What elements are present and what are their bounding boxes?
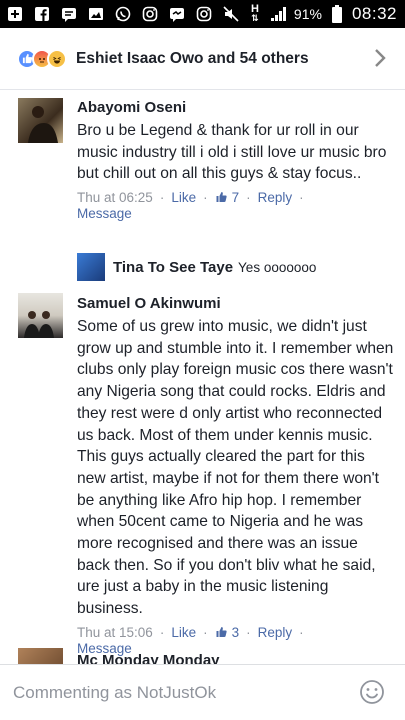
facebook-icon — [33, 5, 51, 23]
like-count-value: 3 — [231, 624, 240, 640]
signal-icon — [270, 5, 288, 23]
reply-preview[interactable]: Tina To See Taye Yes ooooooo — [77, 252, 316, 282]
message-link[interactable]: Message — [77, 206, 132, 222]
like-count-value: 7 — [231, 190, 240, 206]
haha-reaction-icon — [47, 48, 67, 69]
comment-time[interactable]: Thu at 15:06 — [77, 625, 153, 641]
add-icon — [6, 5, 24, 23]
chevron-right-icon[interactable] — [373, 47, 387, 74]
comment-time[interactable]: Thu at 06:25 — [77, 190, 153, 206]
comment-author[interactable]: Mc Monday Monday — [77, 652, 395, 664]
reply-link[interactable]: Reply — [258, 190, 293, 206]
thumbs-up-icon — [216, 192, 227, 203]
whatsapp-icon — [114, 5, 132, 23]
reactions-summary-text: Eshiet Isaac Owo and 54 others — [76, 49, 309, 67]
battery-percent: 91% — [293, 6, 322, 22]
reply-avatar[interactable] — [77, 253, 105, 281]
instagram-icon-2 — [195, 5, 213, 23]
emoji-icon[interactable] — [359, 679, 385, 710]
battery-icon — [328, 5, 346, 23]
comment: Mc Monday Monday — [0, 648, 405, 664]
like-count[interactable]: 3 — [215, 624, 240, 641]
like-count[interactable]: 7 — [215, 190, 240, 206]
instagram-icon — [141, 5, 159, 23]
image-icon — [87, 5, 105, 23]
reaction-icons — [17, 48, 67, 69]
reply-link[interactable]: Reply — [258, 625, 293, 641]
clock: 08:32 — [351, 4, 397, 23]
avatar[interactable] — [18, 293, 63, 338]
comment-input[interactable] — [13, 682, 333, 703]
chat-icon — [60, 5, 78, 23]
like-link[interactable]: Like — [171, 625, 196, 641]
comment-meta: Thu at 06:25 · Like · 7 · Reply · Message — [77, 190, 304, 222]
comment-composer — [0, 664, 405, 720]
avatar[interactable] — [18, 648, 63, 664]
reply-text: Yes ooooooo — [238, 259, 317, 275]
reactions-summary[interactable]: Eshiet Isaac Owo and 54 others — [0, 28, 405, 90]
comment-author[interactable]: Abayomi Oseni — [77, 99, 395, 117]
messenger-icon — [168, 5, 186, 23]
network-type-icon: H ⇅ — [250, 3, 259, 23]
comment-text: Bro u be Legend & thank for ur roll in o… — [77, 122, 387, 183]
reply-author[interactable]: Tina To See Taye — [113, 259, 233, 276]
comment-author[interactable]: Samuel O Akinwumi — [77, 295, 395, 313]
comment-text: Some of us grew into music, we didn't ju… — [77, 318, 394, 618]
like-link[interactable]: Like — [171, 190, 196, 206]
status-bar: H ⇅ 91% 08:32 — [0, 0, 405, 28]
thumbs-up-icon — [216, 626, 227, 637]
avatar[interactable] — [18, 98, 63, 143]
mute-icon — [222, 5, 240, 23]
